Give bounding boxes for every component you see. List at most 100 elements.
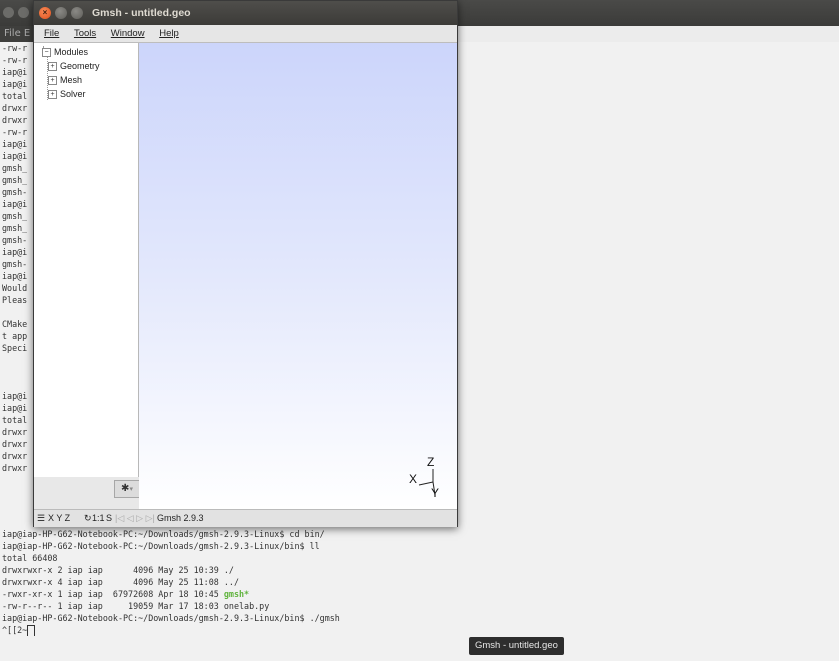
terminal-line: CMake [2, 319, 28, 329]
terminal-line: gmsh_ [2, 211, 28, 221]
terminal-line-text: ^[[2~ [2, 625, 28, 635]
menu-window[interactable]: Window [106, 28, 146, 39]
dropdown-arrow-icon: ▾ [129, 485, 133, 493]
terminal-line: gmsh_ [2, 223, 28, 233]
terminal-line: iap@iap-HP-G62-Notebook-PC:~/Downloads/g… [2, 540, 320, 552]
terminal-line: -rw-r--r-- 1 iap iap 19059 Mar 17 18:03 … [2, 600, 269, 612]
terminal-line-text: iap@iap-HP-G62-Notebook-PC:~/Downloads/g… [2, 541, 320, 551]
terminal-line: drwxr [2, 439, 28, 449]
terminal-line: drwxr [2, 103, 28, 113]
gmsh-titlebar[interactable]: × Gmsh - untitled.geo [34, 1, 457, 25]
executable-name: gmsh* [223, 589, 250, 599]
terminal-line: iap@i [2, 271, 28, 281]
maximize-icon[interactable] [71, 7, 83, 19]
terminal-line: gmsh- [2, 235, 28, 245]
tree-item-mesh[interactable]: + Mesh [48, 75, 82, 86]
terminal-line: iap@i [2, 247, 28, 257]
terminal-line: iap@i [2, 391, 28, 401]
tree-item-label: Mesh [60, 75, 83, 85]
menu-tools-label: Tools [73, 28, 97, 39]
terminal-line: iap@i [2, 79, 28, 89]
background-window-controls [3, 7, 29, 18]
shortcut-button[interactable]: S [106, 510, 112, 527]
y-axis-label: Y [431, 486, 439, 500]
scale-button[interactable]: 1:1 [92, 510, 105, 527]
terminal-line: gmsh_ [2, 175, 28, 185]
terminal-line: iap@i [2, 151, 28, 161]
menu-window-label: Window [110, 28, 145, 39]
terminal-line: total [2, 415, 28, 425]
expand-icon[interactable]: + [48, 62, 57, 72]
terminal-line: iap@i [2, 199, 28, 209]
terminal-line: iap@i [2, 403, 28, 413]
terminal-line: ^[[2~ [2, 624, 36, 636]
gear-menu-button[interactable]: ✱▾ [114, 480, 140, 498]
taskbar-tooltip: Gmsh - untitled.geo [469, 637, 564, 655]
terminal-line: Pleas [2, 295, 28, 305]
terminal-line: total 66408 [2, 552, 57, 564]
terminal-line: iap@i [2, 139, 28, 149]
terminal-line: drwxr [2, 463, 28, 473]
terminal-line-text: total 66408 [2, 553, 58, 563]
expand-icon[interactable]: + [48, 90, 57, 100]
module-tree[interactable]: − Modules + Geometry + Mesh + Solver [34, 43, 139, 477]
terminal-line: Speci [2, 343, 28, 353]
bg-minimize-icon[interactable] [18, 7, 29, 18]
terminal-line: -rw-r [2, 127, 28, 137]
terminal-line: -rw-r [2, 55, 28, 65]
terminal-line: gmsh- [2, 259, 28, 269]
z-axis-label: Z [427, 455, 434, 469]
terminal-line: -rwxr-xr-x 1 iap iap 67972608 Apr 18 10:… [2, 588, 249, 600]
bg-close-icon[interactable] [3, 7, 14, 18]
gmsh-statusbar: ☰ X Y Z ↻ 1:1 S |◁ ◁ ▷ ▷| Gmsh 2.9.3 [34, 509, 457, 527]
graphics-viewport[interactable]: Z X Y [139, 43, 457, 509]
minimize-icon[interactable] [55, 7, 67, 19]
terminal-line: gmsh- [2, 187, 28, 197]
terminal-line: drwxrwxr-x 4 iap iap 4096 May 25 11:08 .… [2, 576, 239, 588]
view-axes-buttons[interactable]: X Y Z [48, 510, 70, 527]
terminal-line-text: -rw-r--r-- 1 iap iap 19059 Mar 17 18:03 … [2, 601, 270, 611]
expand-icon[interactable]: + [48, 76, 57, 86]
menu-file-label: File [44, 28, 60, 39]
terminal-line-text: drwxrwxr-x 4 iap iap 4096 May 25 11:08 .… [2, 577, 239, 587]
status-message: Gmsh 2.9.3 [157, 513, 204, 523]
rotate-icon[interactable]: ↻ [84, 510, 92, 527]
terminal-cursor [27, 624, 36, 636]
tree-item-geometry[interactable]: + Geometry [48, 61, 100, 72]
terminal-line: iap@iap-HP-G62-Notebook-PC:~/Downloads/g… [2, 528, 325, 540]
x-axis-line [418, 481, 434, 486]
terminal-line: iap@iap-HP-G62-Notebook-PC:~/Downloads/g… [2, 612, 340, 624]
terminal-line: drwxr [2, 427, 28, 437]
terminal-line: total [2, 91, 28, 101]
expand-icon[interactable]: − [42, 48, 51, 58]
terminal-line: drwxr [2, 115, 28, 125]
close-icon[interactable]: × [39, 7, 51, 19]
terminal-line: t app [2, 331, 28, 341]
terminal-line: Would [2, 283, 28, 293]
terminal-line-text: iap@iap-HP-G62-Notebook-PC:~/Downloads/g… [2, 529, 325, 539]
terminal-line: iap@i [2, 67, 28, 77]
animation-controls[interactable]: |◁ ◁ ▷ ▷| [115, 510, 155, 527]
terminal-line-text: iap@iap-HP-G62-Notebook-PC:~/Downloads/g… [2, 613, 340, 623]
menu-help[interactable]: Help [154, 28, 180, 39]
tree-item-label: Modules [54, 47, 89, 57]
tree-item-label: Geometry [60, 61, 100, 71]
tree-item-label: Solver [60, 89, 86, 99]
menu-file[interactable]: File [39, 28, 60, 39]
terminal-line: gmsh_ [2, 163, 28, 173]
terminal-line: drwxrwxr-x 2 iap iap 4096 May 25 10:39 .… [2, 564, 234, 576]
tree-item-modules[interactable]: − Modules [42, 47, 88, 58]
axes-indicator: Z X Y [409, 455, 439, 500]
gmsh-menubar: File Tools Window Help [34, 25, 457, 43]
terminal-line: drwxr [2, 451, 28, 461]
terminal-line-text: drwxrwxr-x 2 iap iap 4096 May 25 10:39 .… [2, 565, 234, 575]
menu-toggle-icon[interactable]: ☰ [37, 510, 45, 527]
gmsh-window[interactable]: × Gmsh - untitled.geo File Tools Window … [33, 0, 458, 527]
window-title: Gmsh - untitled.geo [92, 7, 191, 19]
menu-tools[interactable]: Tools [69, 28, 97, 39]
x-axis-label: X [409, 472, 417, 486]
menu-help-label: Help [159, 28, 179, 39]
tree-item-solver[interactable]: + Solver [48, 89, 86, 100]
terminal-line: -rw-r [2, 43, 28, 53]
terminal-line-text: -rwxr-xr-x 1 iap iap 67972608 Apr 18 10:… [2, 589, 224, 599]
